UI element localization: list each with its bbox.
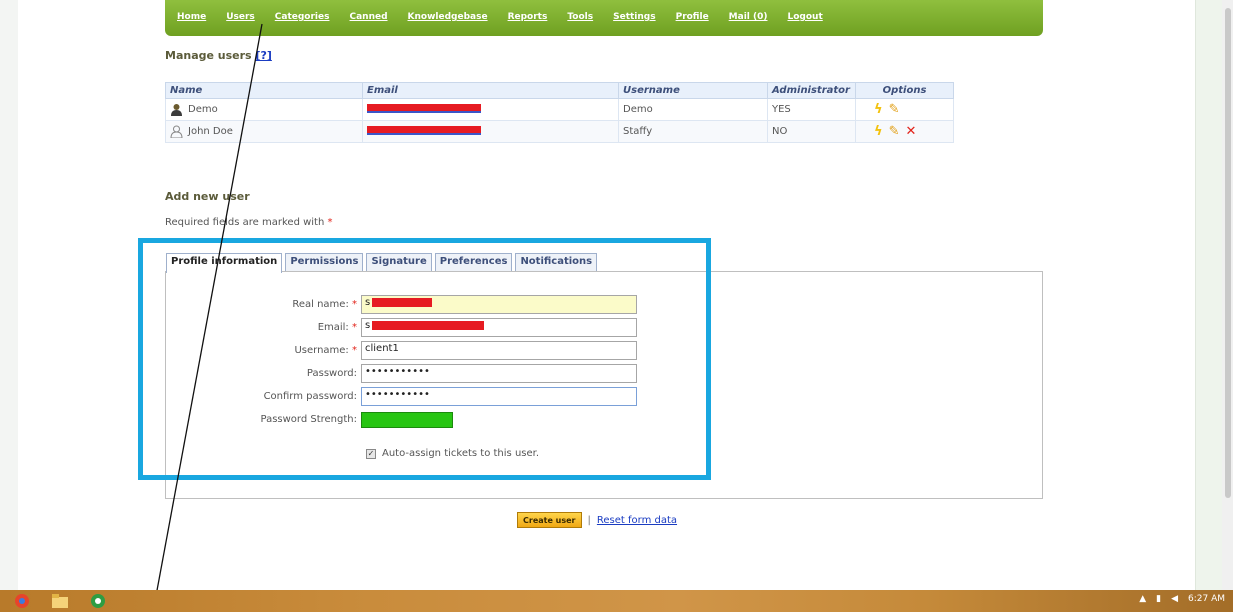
manage-users-title: Manage users [?] xyxy=(165,49,272,62)
cell-name: Demo xyxy=(165,98,363,121)
browser-icon xyxy=(15,594,29,608)
nav-tools[interactable]: Tools xyxy=(567,12,593,22)
cell-email xyxy=(362,120,619,143)
top-navbar: Home Users Categories Canned Knowledgeba… xyxy=(165,0,1043,36)
user-icon xyxy=(170,125,183,138)
user-name: Demo xyxy=(188,104,218,115)
system-tray: ▲ ▮ ◀ 6:27 AM xyxy=(1139,594,1225,604)
col-administrator[interactable]: Administrator xyxy=(767,82,856,99)
col-email[interactable]: Email xyxy=(362,82,619,99)
folder-icon xyxy=(52,594,68,608)
scrollbar-thumb[interactable] xyxy=(1225,8,1231,498)
col-name[interactable]: Name xyxy=(165,82,363,99)
lightning-icon[interactable]: ϟ xyxy=(874,103,883,116)
cell-administrator: YES xyxy=(767,98,856,121)
redacted-email xyxy=(367,125,481,135)
cell-name: John Doe xyxy=(165,120,363,143)
table-row: John Doe Staffy NO ϟ ✎ ✕ xyxy=(165,120,954,143)
chrome-icon xyxy=(91,594,105,608)
flag-icon[interactable]: ▲ xyxy=(1139,594,1146,604)
start-button[interactable] xyxy=(6,591,38,611)
nav-profile[interactable]: Profile xyxy=(676,12,709,22)
nav-mail[interactable]: Mail (0) xyxy=(729,12,768,22)
table-header-row: Name Email Username Administrator Option… xyxy=(165,82,954,99)
cell-administrator: NO xyxy=(767,120,856,143)
nav-categories[interactable]: Categories xyxy=(275,12,330,22)
form-actions: Create user | Reset form data xyxy=(517,512,677,528)
required-note: Required fields are marked with * xyxy=(165,217,333,228)
nav-reports[interactable]: Reports xyxy=(508,12,548,22)
cell-options: ϟ ✎ xyxy=(855,98,954,121)
col-username[interactable]: Username xyxy=(618,82,768,99)
user-name: John Doe xyxy=(188,126,233,137)
help-link[interactable]: [?] xyxy=(255,49,271,62)
action-separator: | xyxy=(587,514,591,526)
taskbar-chrome[interactable] xyxy=(82,591,114,611)
nav-logout[interactable]: Logout xyxy=(788,12,823,22)
left-gutter xyxy=(0,0,18,590)
nav-home[interactable]: Home xyxy=(177,12,206,22)
cell-email xyxy=(362,98,619,121)
nav-settings[interactable]: Settings xyxy=(613,12,655,22)
create-user-button[interactable]: Create user xyxy=(517,512,582,528)
redacted-email xyxy=(367,103,481,113)
nav-knowledgebase[interactable]: Knowledgebase xyxy=(408,12,488,22)
network-icon[interactable]: ▮ xyxy=(1156,594,1161,604)
cell-username: Demo xyxy=(618,98,768,121)
manage-users-title-text: Manage users xyxy=(165,49,252,62)
lightning-icon[interactable]: ϟ xyxy=(874,125,883,138)
reset-form-link[interactable]: Reset form data xyxy=(597,515,677,526)
nav-canned[interactable]: Canned xyxy=(349,12,387,22)
col-options: Options xyxy=(855,82,954,99)
pencil-icon[interactable]: ✎ xyxy=(889,125,900,138)
annotation-highlight-box xyxy=(138,238,711,480)
cell-options: ϟ ✎ ✕ xyxy=(855,120,954,143)
pencil-icon[interactable]: ✎ xyxy=(889,103,900,116)
clock[interactable]: 6:27 AM xyxy=(1188,594,1225,604)
required-star: * xyxy=(327,217,333,228)
required-note-text: Required fields are marked with xyxy=(165,217,325,228)
add-user-title: Add new user xyxy=(165,190,250,203)
taskbar-explorer[interactable] xyxy=(44,591,76,611)
admin-user-icon xyxy=(171,104,182,116)
delete-icon[interactable]: ✕ xyxy=(905,125,916,138)
users-table: Name Email Username Administrator Option… xyxy=(165,82,954,143)
volume-icon[interactable]: ◀ xyxy=(1171,594,1178,604)
cell-username: Staffy xyxy=(618,120,768,143)
table-row: Demo Demo YES ϟ ✎ xyxy=(165,98,954,121)
os-taskbar: ▲ ▮ ◀ 6:27 AM xyxy=(0,590,1233,612)
nav-users[interactable]: Users xyxy=(226,12,255,22)
